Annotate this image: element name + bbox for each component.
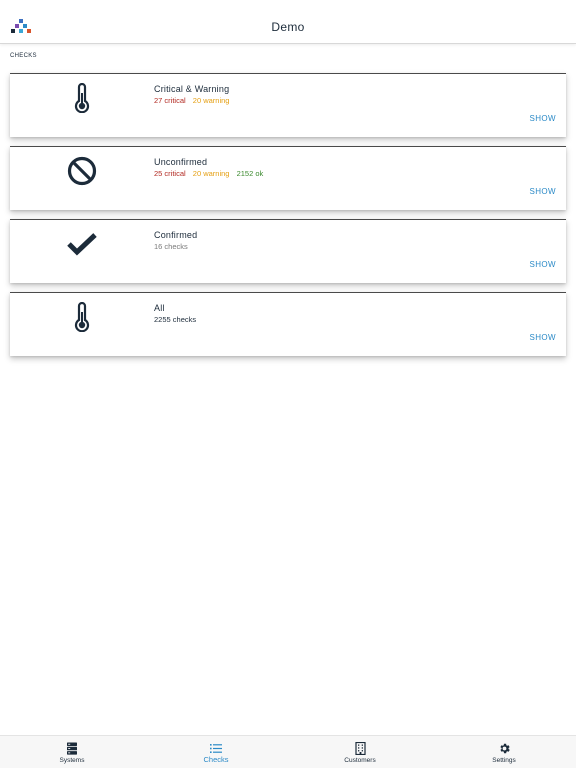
card-title: Critical & Warning — [154, 84, 230, 94]
card-counts: 27 critical 20 warning — [154, 96, 234, 105]
thermometer-icon — [66, 301, 98, 333]
tab-checks[interactable]: Checks — [144, 736, 288, 768]
show-button[interactable]: SHOW — [530, 114, 557, 123]
warning-count: 20 warning — [192, 96, 230, 105]
card-counts: 25 critical 20 warning 2152 ok — [154, 169, 268, 178]
card-title: Unconfirmed — [154, 157, 208, 167]
card-counts: 2255 checks — [154, 315, 201, 324]
ok-count: 2152 ok — [236, 169, 264, 178]
gear-icon — [496, 741, 512, 755]
critical-count: 27 critical — [154, 96, 186, 105]
tab-customers[interactable]: Customers — [288, 736, 432, 768]
warning-count: 20 warning — [192, 169, 230, 178]
check-count: 16 checks — [154, 242, 188, 251]
list-icon — [208, 741, 224, 755]
card-unconfirmed[interactable]: Unconfirmed 25 critical 20 warning 2152 … — [10, 146, 566, 210]
tab-settings[interactable]: Settings — [432, 736, 576, 768]
show-button[interactable]: SHOW — [530, 260, 557, 269]
card-critical-warning[interactable]: Critical & Warning 27 critical 20 warnin… — [10, 73, 566, 137]
critical-count: 25 critical — [154, 169, 186, 178]
server-icon — [64, 741, 80, 755]
tab-bar: Systems Checks Customers Settings — [0, 735, 576, 768]
app-header: Demo — [0, 0, 576, 44]
card-confirmed[interactable]: Confirmed 16 checks SHOW — [10, 219, 566, 283]
thermometer-icon — [66, 82, 98, 114]
card-counts: 16 checks — [154, 242, 193, 251]
tab-label: Checks — [203, 755, 229, 764]
tab-label: Settings — [492, 757, 516, 764]
section-label: CHECKS — [10, 53, 37, 59]
card-title: Confirmed — [154, 230, 198, 240]
checkmark-icon — [66, 228, 98, 260]
card-title: All — [154, 303, 165, 313]
check-count: 2255 checks — [154, 315, 197, 324]
building-icon — [352, 741, 368, 755]
card-all[interactable]: All 2255 checks SHOW — [10, 292, 566, 356]
ban-icon — [66, 155, 98, 187]
show-button[interactable]: SHOW — [530, 333, 557, 342]
show-button[interactable]: SHOW — [530, 187, 557, 196]
tab-label: Systems — [59, 757, 85, 764]
tab-label: Customers — [344, 757, 376, 764]
page-title: Demo — [271, 20, 305, 34]
tab-systems[interactable]: Systems — [0, 736, 144, 768]
